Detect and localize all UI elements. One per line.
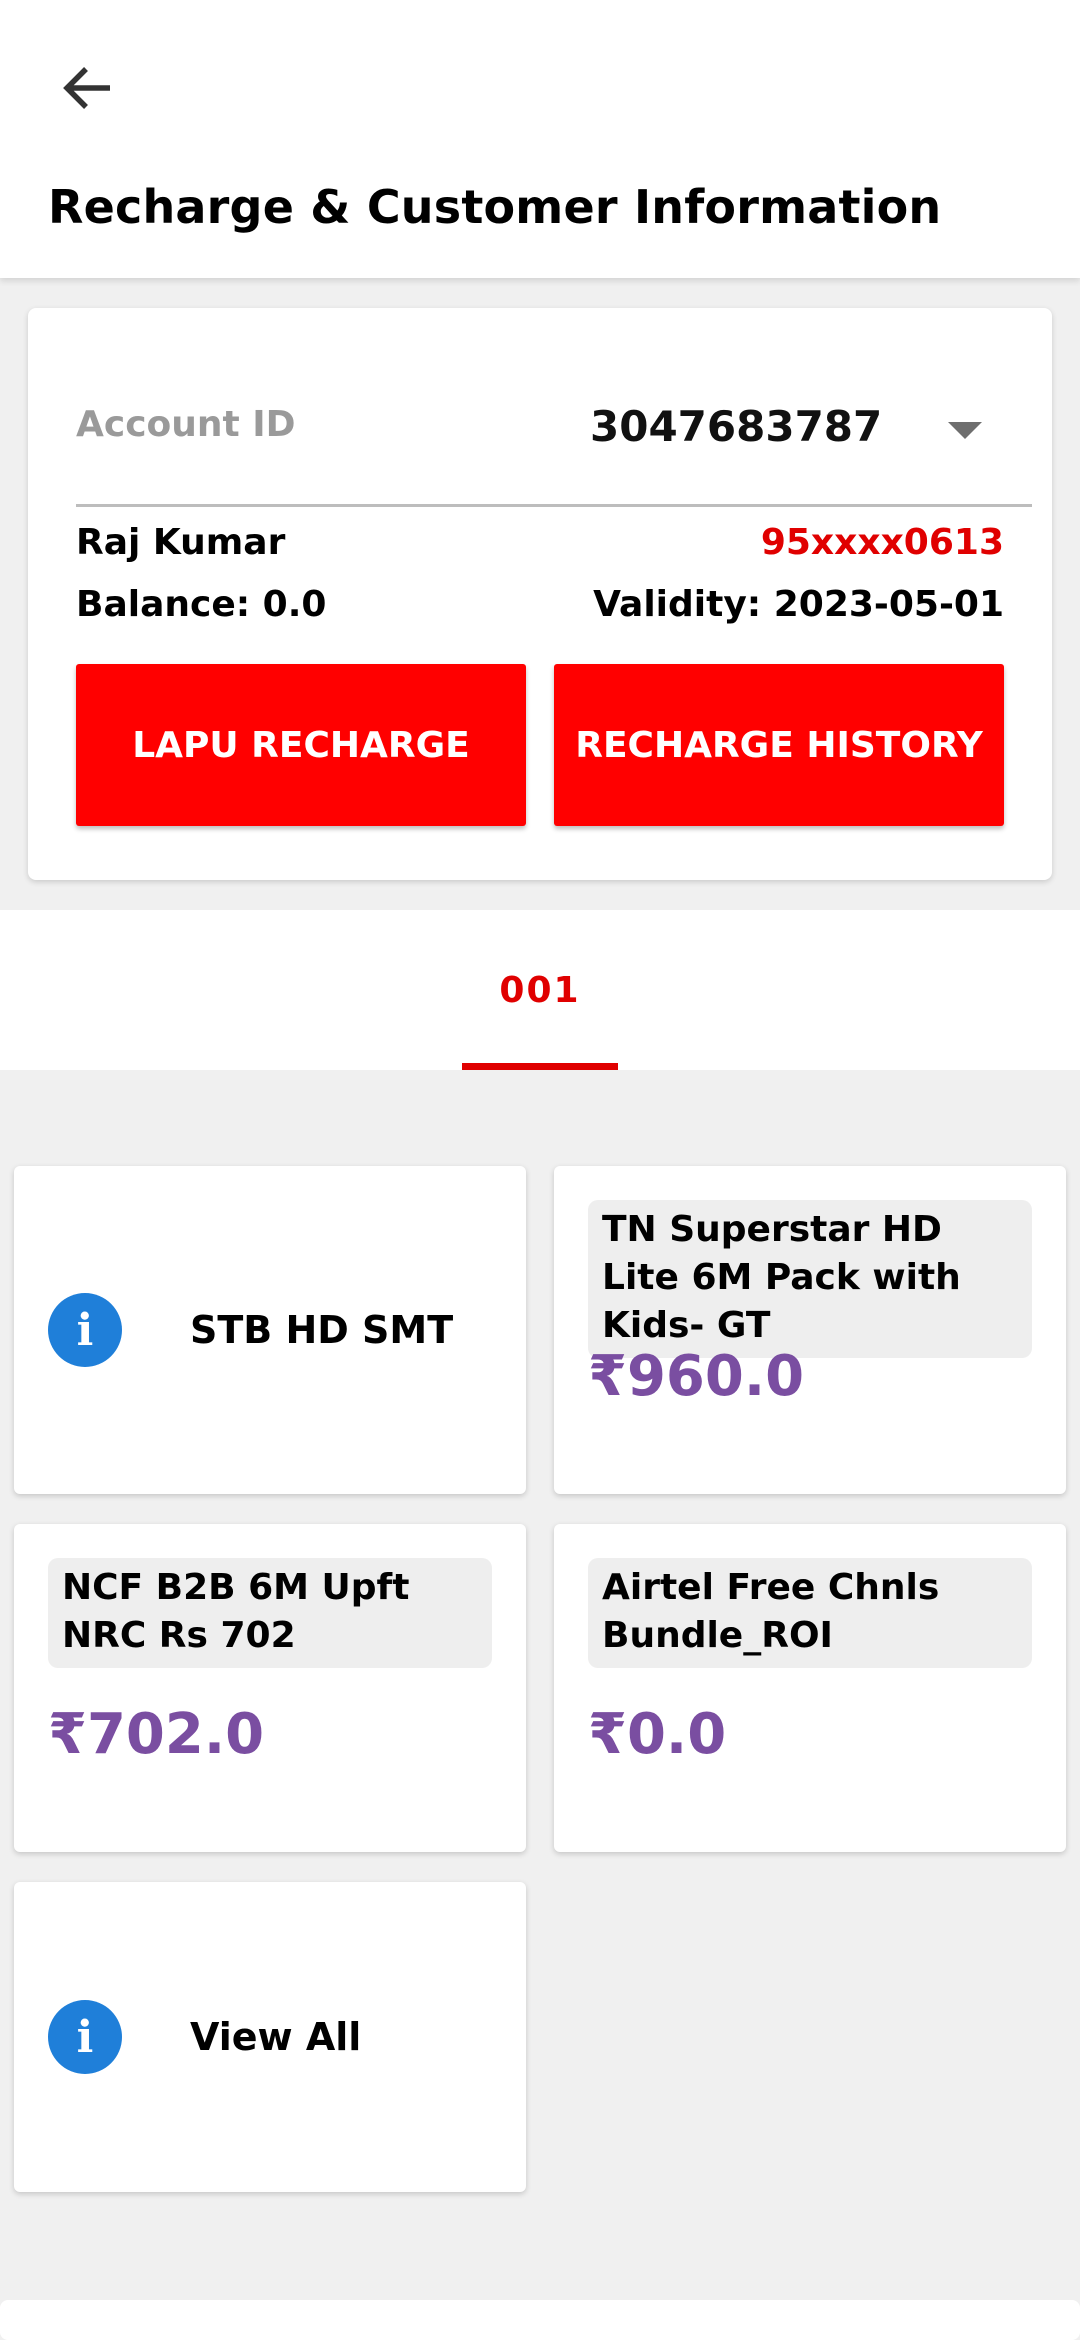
pack-price: ₹702.0 xyxy=(48,1702,265,1767)
pack-tile[interactable]: TN Superstar HD Lite 6M Pack with Kids- … xyxy=(554,1166,1066,1494)
pack-name: Airtel Free Chnls Bundle_ROI xyxy=(588,1558,1032,1668)
active-tab-indicator xyxy=(462,1063,618,1070)
pack-name: NCF B2B 6M Upft NRC Rs 702 xyxy=(48,1558,492,1668)
view-all-label: View All xyxy=(190,2015,362,2059)
info-icon: i xyxy=(48,2000,122,2074)
dropdown-arrow-icon xyxy=(948,422,982,439)
pack-name: TN Superstar HD Lite 6M Pack with Kids- … xyxy=(588,1200,1032,1358)
tab-label: 001 xyxy=(499,969,581,1011)
next-card-edge xyxy=(0,2300,1080,2340)
pack-tile[interactable]: NCF B2B 6M Upft NRC Rs 702 ₹702.0 xyxy=(14,1524,526,1852)
customer-name: Raj Kumar xyxy=(76,522,286,563)
account-card: Account ID 3047683787 Raj Kumar 95xxxx06… xyxy=(28,308,1052,880)
stb-label: STB HD SMT xyxy=(190,1308,454,1352)
stb-row: i STB HD SMT xyxy=(48,1166,453,1494)
customer-phone: 95xxxx0613 xyxy=(760,522,1004,563)
pack-price: ₹960.0 xyxy=(588,1344,805,1409)
app-header: Recharge & Customer Information xyxy=(0,0,1080,278)
view-all-row: i View All xyxy=(48,1882,361,2192)
account-id-label: Account ID xyxy=(76,404,296,445)
validity-text: Validity: 2023-05-01 xyxy=(593,584,1004,625)
balance-text: Balance: 0.0 xyxy=(76,584,327,625)
recharge-history-button[interactable]: RECHARGE HISTORY xyxy=(554,664,1004,826)
arrow-back-icon xyxy=(63,67,110,109)
tab-bar: 001 xyxy=(0,910,1080,1070)
info-icon: i xyxy=(48,1293,122,1367)
account-id-value: 3047683787 xyxy=(590,402,883,451)
lapu-recharge-button[interactable]: LAPU RECHARGE xyxy=(76,664,526,826)
view-all-tile[interactable]: i View All xyxy=(14,1882,526,2192)
page-title: Recharge & Customer Information xyxy=(48,180,942,234)
pack-tile[interactable]: Airtel Free Chnls Bundle_ROI ₹0.0 xyxy=(554,1524,1066,1852)
stb-tile[interactable]: i STB HD SMT xyxy=(14,1166,526,1494)
back-button[interactable] xyxy=(42,42,134,134)
account-id-dropdown[interactable]: 3047683787 xyxy=(438,356,1024,466)
tab-001[interactable]: 001 xyxy=(462,910,618,1070)
divider xyxy=(76,504,1032,507)
pack-price: ₹0.0 xyxy=(588,1702,727,1767)
